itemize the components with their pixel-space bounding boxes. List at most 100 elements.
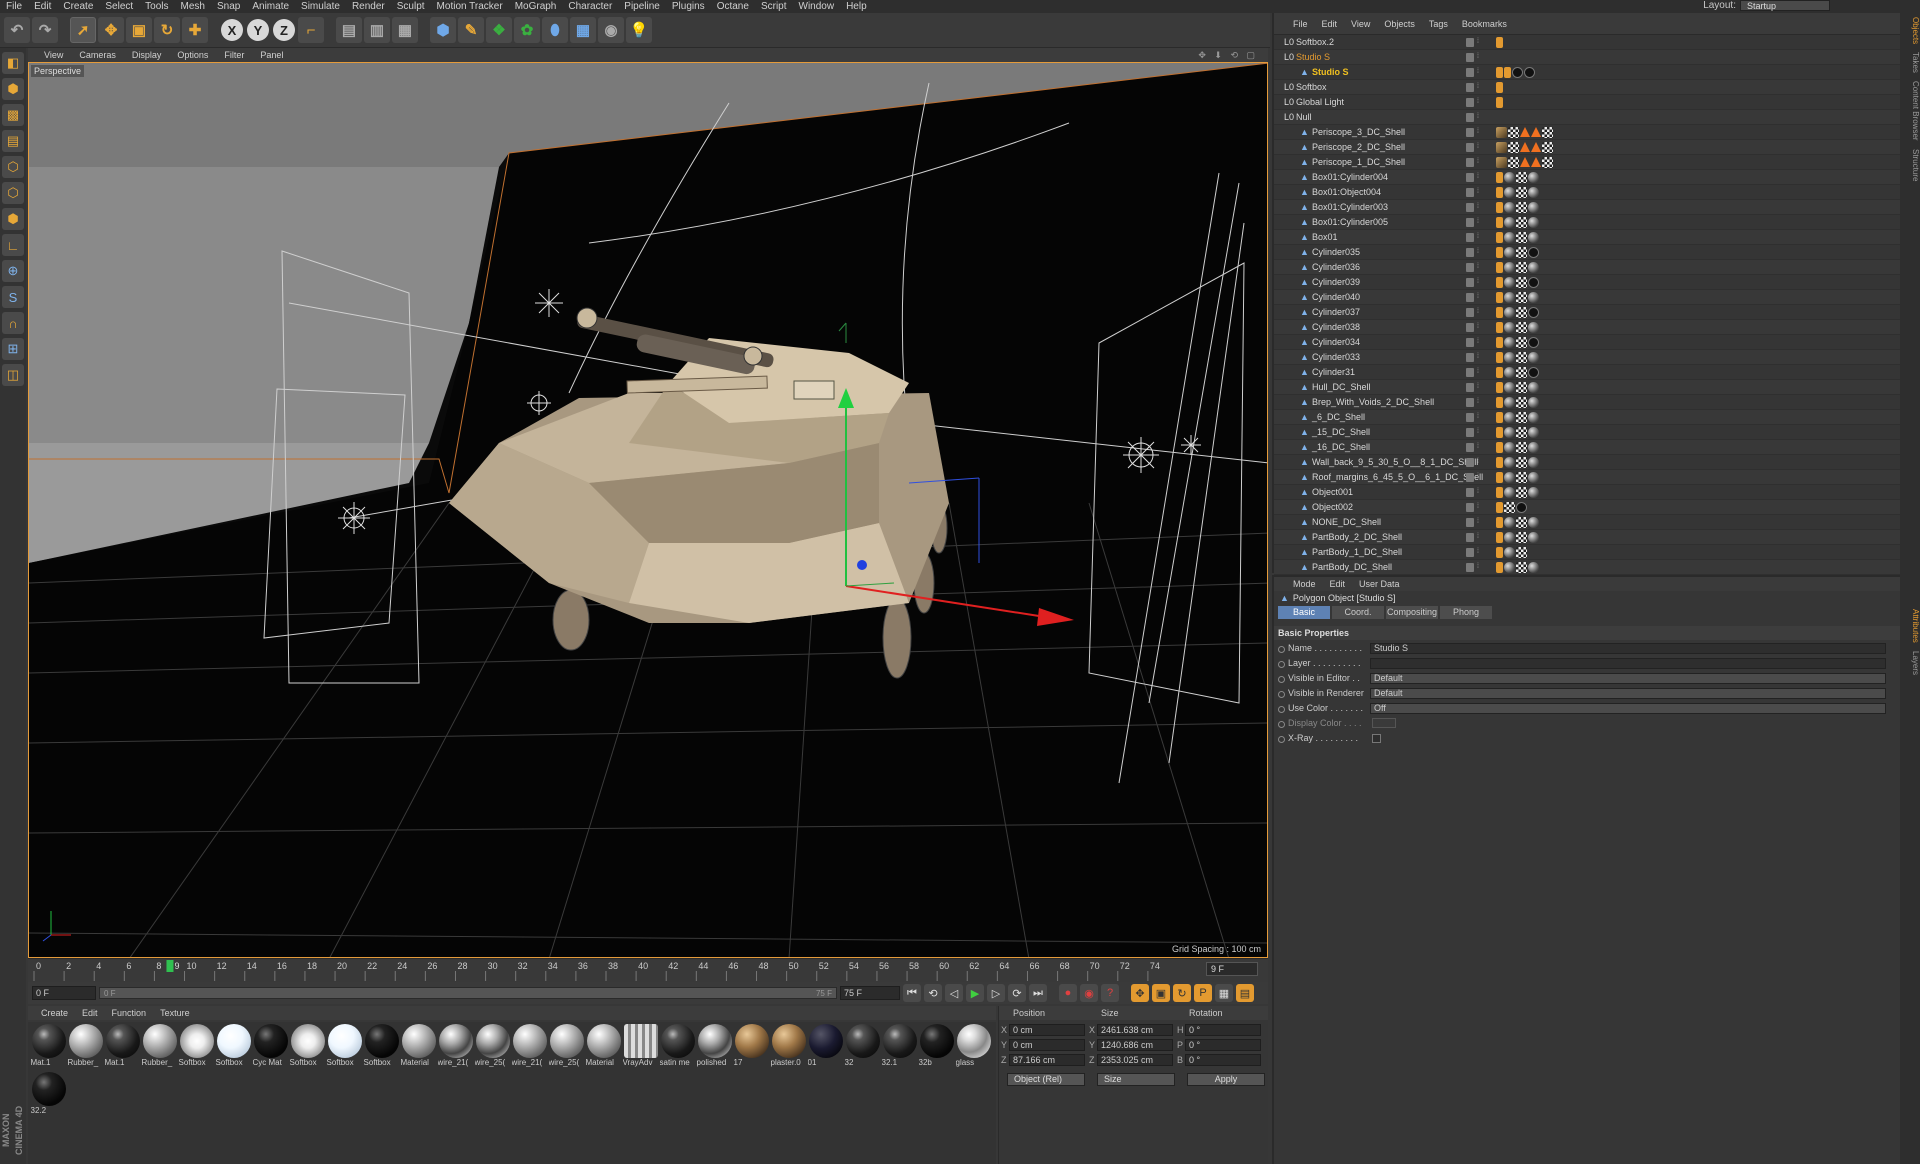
- material-swatch[interactable]: Mat.1: [104, 1024, 141, 1072]
- object-row[interactable]: ▲ Periscope_3_DC_Shell ⁞: [1274, 125, 1900, 140]
- autokeying-icon[interactable]: ◉: [1080, 984, 1098, 1002]
- object-row[interactable]: ▲ Box01:Cylinder004 ⁞: [1274, 170, 1900, 185]
- record-active-objects-icon[interactable]: ●: [1059, 984, 1077, 1002]
- visibility-toggle[interactable]: [1466, 473, 1474, 482]
- record-parameter-icon[interactable]: P: [1194, 984, 1212, 1002]
- rotate-tool-icon[interactable]: ↻: [154, 17, 180, 43]
- pen-spline-icon[interactable]: ✎: [458, 17, 484, 43]
- tag-sph-icon[interactable]: [1528, 412, 1539, 423]
- material-swatch[interactable]: Softbox: [215, 1024, 252, 1072]
- property-value-field[interactable]: [1370, 657, 1886, 669]
- menu-sculpt[interactable]: Sculpt: [391, 1, 431, 12]
- y-axis-lock-button[interactable]: Y: [247, 19, 269, 41]
- tag-tri-icon[interactable]: [1531, 127, 1541, 137]
- previous-key-icon[interactable]: ⟲: [924, 984, 942, 1002]
- visibility-toggle[interactable]: [1466, 413, 1474, 422]
- visibility-toggle[interactable]: [1466, 203, 1474, 212]
- object-row[interactable]: ▲ Cylinder036 ⁞: [1274, 260, 1900, 275]
- object-row[interactable]: ▲ Wall_back_9_5_30_5_O__8_1_DC_Shell ⁞: [1274, 455, 1900, 470]
- menu-snap[interactable]: Snap: [211, 1, 246, 12]
- end-frame-field[interactable]: 75 F: [840, 986, 900, 1000]
- current-frame-field[interactable]: 9 F: [1206, 962, 1258, 976]
- undo-icon[interactable]: ↶: [4, 17, 30, 43]
- attribute-menu-mode[interactable]: Mode: [1286, 579, 1323, 589]
- tag-ico-icon[interactable]: [1496, 307, 1503, 318]
- material-swatch[interactable]: Material: [585, 1024, 622, 1072]
- tab-basic[interactable]: Basic: [1278, 606, 1330, 619]
- tag-chk-icon[interactable]: [1542, 157, 1553, 168]
- material-swatch[interactable]: 32.2: [30, 1072, 67, 1120]
- menu-plugins[interactable]: Plugins: [666, 1, 711, 12]
- editor-render-dots[interactable]: ⁞: [1477, 68, 1481, 77]
- tag-sph-icon[interactable]: [1528, 322, 1539, 333]
- editor-render-dots[interactable]: ⁞: [1477, 143, 1481, 152]
- menu-animate[interactable]: Animate: [246, 1, 295, 12]
- tag-sph-icon[interactable]: [1528, 172, 1539, 183]
- floor-environment-icon[interactable]: ▦: [570, 17, 596, 43]
- tag-ico-icon[interactable]: [1496, 412, 1503, 423]
- material-swatch[interactable]: Softbox: [326, 1024, 363, 1072]
- visibility-toggle[interactable]: [1466, 338, 1474, 347]
- tag-chk-icon[interactable]: [1516, 472, 1527, 483]
- tag-chk-icon[interactable]: [1516, 412, 1527, 423]
- tag-chk-icon[interactable]: [1516, 547, 1527, 558]
- object-menu-objects[interactable]: Objects: [1377, 19, 1422, 29]
- tag-ico-icon[interactable]: [1496, 472, 1503, 483]
- editor-render-dots[interactable]: ⁞: [1477, 533, 1481, 542]
- xray-checkbox[interactable]: [1372, 733, 1381, 743]
- x-axis-lock-button[interactable]: X: [221, 19, 243, 41]
- tag-chk-icon[interactable]: [1516, 532, 1527, 543]
- tag-sph-icon[interactable]: [1528, 397, 1539, 408]
- rotation-field[interactable]: 0 °: [1185, 1038, 1261, 1051]
- tag-tri-icon[interactable]: [1520, 142, 1530, 152]
- object-row[interactable]: ▲ _15_DC_Shell ⁞: [1274, 425, 1900, 440]
- viewport-nav-icons[interactable]: ✥ ⬇ ⟲ ▢: [1198, 50, 1258, 61]
- tag-sph-icon[interactable]: [1528, 472, 1539, 483]
- tag-sph-icon[interactable]: [1504, 412, 1515, 423]
- rotation-field[interactable]: 0 °: [1185, 1023, 1261, 1036]
- tag-ico-icon[interactable]: [1496, 562, 1503, 573]
- tag-tex-icon[interactable]: [1496, 157, 1507, 168]
- object-menu-view[interactable]: View: [1344, 19, 1377, 29]
- tag-tex-icon[interactable]: [1496, 127, 1507, 138]
- tag-sph-icon[interactable]: [1528, 532, 1539, 543]
- tag-sph-icon[interactable]: [1504, 562, 1515, 573]
- material-swatch[interactable]: polished: [696, 1024, 733, 1072]
- tag-chk-icon[interactable]: [1542, 127, 1553, 138]
- property-value-field[interactable]: Default: [1370, 687, 1886, 699]
- tag-sph-icon[interactable]: [1504, 427, 1515, 438]
- visibility-toggle[interactable]: [1466, 353, 1474, 362]
- tag-sph-icon[interactable]: [1504, 202, 1515, 213]
- tag-blk-icon[interactable]: [1516, 502, 1527, 513]
- animate-radio-icon[interactable]: [1278, 736, 1285, 743]
- object-row[interactable]: ▲ PartBody_DC_Shell ⁞: [1274, 560, 1900, 575]
- tab-phong[interactable]: Phong: [1440, 606, 1492, 619]
- menu-file[interactable]: File: [0, 1, 28, 12]
- tag-sph-icon[interactable]: [1528, 517, 1539, 528]
- workplane-icon[interactable]: ▤: [2, 130, 24, 152]
- rotation-field[interactable]: 0 °: [1185, 1053, 1261, 1066]
- tag-chk-icon[interactable]: [1504, 502, 1515, 513]
- tag-chk-icon[interactable]: [1516, 367, 1527, 378]
- menu-help[interactable]: Help: [840, 1, 873, 12]
- object-row[interactable]: ▲ Cylinder040 ⁞: [1274, 290, 1900, 305]
- subdivision-icon[interactable]: ❖: [486, 17, 512, 43]
- cube-primitive-icon[interactable]: ⬢: [430, 17, 456, 43]
- material-swatch[interactable]: Softbox: [289, 1024, 326, 1072]
- texture-mode-icon[interactable]: ▩: [2, 104, 24, 126]
- editor-render-dots[interactable]: ⁞: [1477, 248, 1481, 257]
- object-row[interactable]: ▲ Object001 ⁞: [1274, 485, 1900, 500]
- tag-sph-icon[interactable]: [1504, 382, 1515, 393]
- material-swatch[interactable]: Cyc Mat: [252, 1024, 289, 1072]
- tag-ico-icon[interactable]: [1496, 367, 1503, 378]
- planar-workplane-icon[interactable]: ◫: [2, 364, 24, 386]
- tag-sph-icon[interactable]: [1528, 262, 1539, 273]
- render-picture-viewer-icon[interactable]: ▥: [364, 17, 390, 43]
- tag-chk-icon[interactable]: [1516, 247, 1527, 258]
- object-menu-edit[interactable]: Edit: [1315, 19, 1345, 29]
- visibility-toggle[interactable]: [1466, 503, 1474, 512]
- tag-ico-icon[interactable]: [1496, 97, 1503, 108]
- timeline-ruler[interactable]: 0 2 4 6 8 10 12 14 16 18 20 22 24 26 28 30 32 34 36 38 40 42 4…: [28, 958, 1268, 982]
- tag-chk-icon[interactable]: [1516, 517, 1527, 528]
- array-generator-icon[interactable]: ✿: [514, 17, 540, 43]
